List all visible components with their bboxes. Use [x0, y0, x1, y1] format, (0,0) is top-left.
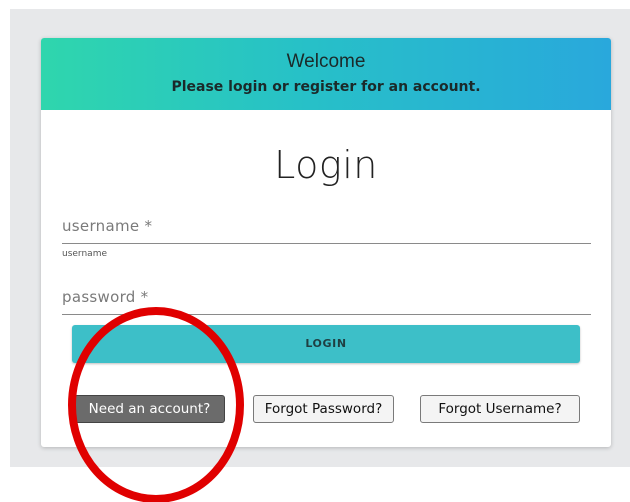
page-title: Login	[274, 143, 378, 187]
card-header: Welcome Please login or register for an …	[41, 38, 611, 110]
password-input[interactable]	[62, 284, 591, 314]
forgot-username-button[interactable]: Forgot Username?	[420, 395, 580, 423]
forgot-password-button[interactable]: Forgot Password?	[253, 395, 394, 423]
password-underline	[62, 314, 591, 315]
password-field[interactable]: password *	[62, 284, 591, 316]
username-helper-text: username	[62, 249, 107, 259]
username-input[interactable]	[62, 213, 591, 243]
username-field[interactable]: username *	[62, 213, 591, 245]
username-underline	[62, 243, 591, 244]
login-card: Welcome Please login or register for an …	[41, 38, 611, 447]
login-button[interactable]: LOGIN	[72, 325, 580, 363]
screen: Welcome Please login or register for an …	[0, 0, 630, 502]
register-button[interactable]: Need an account?	[74, 395, 225, 423]
welcome-heading: Welcome	[286, 51, 366, 72]
welcome-subtitle: Please login or register for an account.	[171, 79, 481, 95]
